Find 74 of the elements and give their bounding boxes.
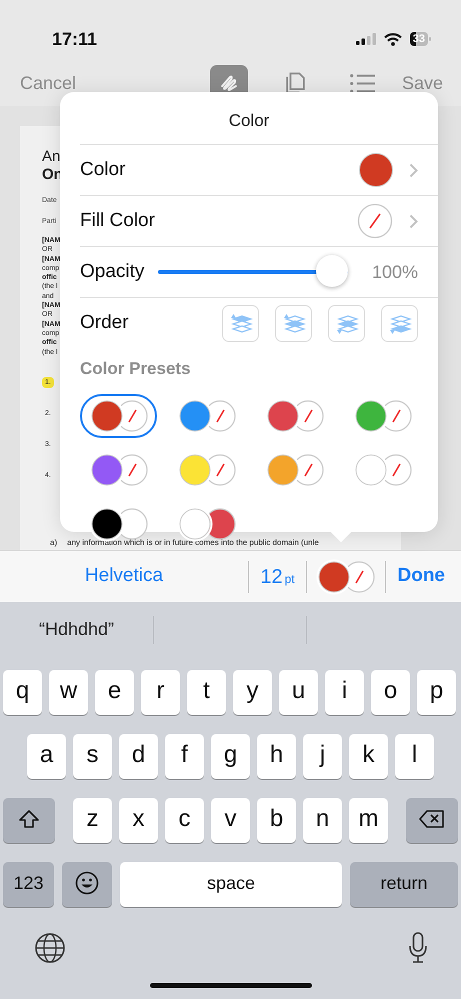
key[interactable]: k [349, 734, 388, 779]
key[interactable]: b [257, 798, 296, 843]
row-label: Opacity [80, 260, 144, 284]
dictation-button[interactable] [408, 932, 428, 964]
microphone-icon [408, 932, 428, 964]
color-button[interactable] [315, 558, 377, 594]
signal-icon [356, 33, 376, 45]
document-text: any information which is or in future comes into the public domain (unle [67, 537, 319, 549]
shift-key[interactable] [3, 798, 55, 843]
globe-icon [34, 932, 66, 964]
globe-button[interactable] [34, 932, 66, 964]
key[interactable]: w [49, 670, 88, 715]
key[interactable]: l [395, 734, 434, 779]
key[interactable]: e [95, 670, 134, 715]
key[interactable]: i [325, 670, 364, 715]
delete-key[interactable] [406, 798, 458, 843]
key[interactable]: s [73, 734, 112, 779]
chevron-right-icon [409, 162, 418, 178]
suggestion[interactable]: “Hdhdhd” [0, 616, 153, 643]
list-icon [350, 74, 376, 92]
font-button[interactable]: Helvetica [0, 562, 248, 591]
done-button[interactable]: Done [392, 561, 451, 592]
no-fill-slash [128, 409, 136, 422]
section-label: Color Presets [80, 358, 192, 380]
chevron-right-icon [409, 214, 418, 228]
key[interactable]: h [257, 734, 296, 779]
font-size-button[interactable]: 12 pt [249, 562, 306, 592]
no-fill-slash [216, 409, 224, 422]
status-time: 17:11 [52, 28, 98, 50]
wifi-icon [384, 32, 402, 46]
color-preset[interactable] [80, 394, 157, 438]
opacity-value: 100% [372, 260, 418, 284]
number-mode-key[interactable]: 123 [3, 862, 54, 907]
key[interactable]: g [211, 734, 250, 779]
key[interactable]: d [119, 734, 158, 779]
delete-icon [419, 810, 445, 828]
row-label: Color [80, 158, 126, 182]
no-fill-slash [304, 409, 312, 422]
key[interactable]: n [303, 798, 342, 843]
key[interactable]: p [417, 670, 456, 715]
no-fill-slash [304, 463, 312, 476]
popover-title: Color [228, 110, 270, 132]
document-text: An [42, 148, 60, 166]
key[interactable]: m [349, 798, 388, 843]
no-fill-slash [128, 463, 136, 476]
no-fill-slash [216, 463, 224, 476]
no-fill-slash [392, 463, 400, 476]
key[interactable]: j [303, 734, 342, 779]
no-fill-slash [392, 409, 400, 422]
documents-icon [286, 72, 306, 94]
smiley-icon [75, 871, 99, 895]
pen-icon [220, 75, 237, 91]
no-fill-slash [355, 570, 364, 583]
list-marker: a) [50, 537, 58, 549]
shift-icon [18, 809, 40, 829]
row-label: Fill Color [80, 208, 155, 233]
key[interactable]: v [211, 798, 250, 843]
emoji-key[interactable] [62, 862, 112, 907]
key[interactable]: t [187, 670, 226, 715]
space-key[interactable]: space [120, 862, 342, 907]
key[interactable]: q [3, 670, 42, 715]
key[interactable]: o [371, 670, 410, 715]
key[interactable]: a [27, 734, 66, 779]
key[interactable]: u [279, 670, 318, 715]
key[interactable]: r [141, 670, 180, 715]
no-fill-icon [357, 203, 393, 239]
key[interactable]: y [233, 670, 272, 715]
key[interactable]: f [165, 734, 204, 779]
row-label: Order [80, 310, 129, 335]
key[interactable]: z [73, 798, 112, 843]
key[interactable]: c [165, 798, 204, 843]
return-key[interactable]: return [350, 862, 458, 907]
slider-thumb[interactable] [316, 255, 348, 287]
key[interactable]: x [119, 798, 158, 843]
